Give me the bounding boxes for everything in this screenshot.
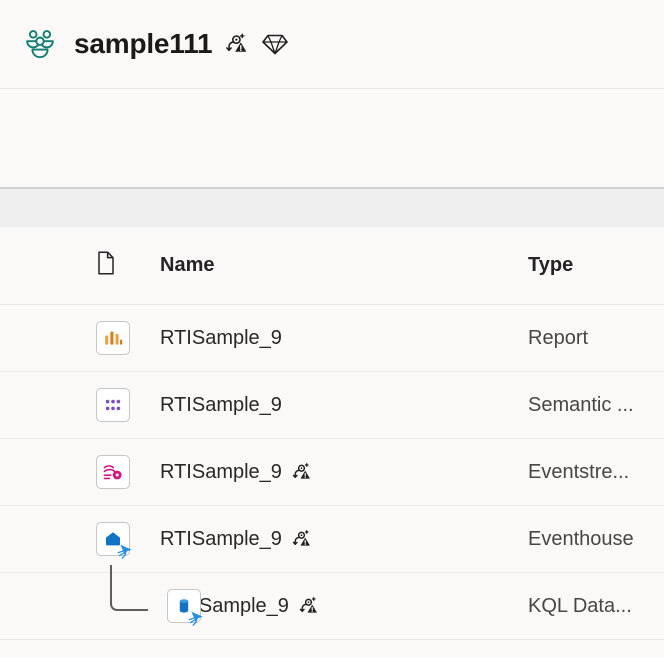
row-name-cell[interactable]: RTISample_9 — [160, 528, 528, 551]
row-icon-cell — [0, 565, 203, 626]
report-icon — [96, 321, 130, 355]
eventhouse-icon — [96, 522, 132, 559]
table-row[interactable]: RTISample_9 Eventstre... — [0, 439, 664, 506]
row-icon-cell — [0, 522, 160, 559]
row-icon-cell — [0, 388, 160, 422]
table-row[interactable]: RTISample_9 KQL Data... — [0, 565, 664, 640]
ai-warning-icon — [291, 528, 313, 550]
ai-warning-icon — [224, 31, 250, 57]
tree-connector-line — [110, 565, 148, 611]
row-name-cell[interactable]: RTISample_9 — [160, 327, 528, 350]
shortcut-cursor-badge-icon — [188, 611, 203, 626]
row-type-cell: Eventhouse — [528, 527, 634, 550]
page-header: sample111 — [0, 0, 664, 88]
column-header-name[interactable]: Name — [160, 254, 528, 277]
document-icon — [95, 250, 117, 281]
row-name-cell[interactable]: RTISample_9 — [160, 394, 528, 417]
row-type-cell: KQL Data... — [528, 594, 632, 617]
ai-warning-icon — [291, 461, 313, 483]
ai-warning-icon — [298, 595, 320, 617]
row-name-cell[interactable]: RTISample_9 — [160, 461, 528, 484]
column-header-icon — [0, 250, 160, 281]
row-type-cell: Semantic ... — [528, 393, 634, 416]
kql-database-icon — [167, 589, 203, 626]
row-type-cell: Eventstre... — [528, 460, 630, 483]
table-row[interactable]: RTISample_9 Semantic ... — [0, 372, 664, 439]
diamond-premium-icon — [261, 31, 289, 57]
table-row[interactable]: RTISample_9 Report — [0, 305, 664, 372]
workspace-page: sample111 Name Type RTISample_9 Report R… — [0, 0, 664, 658]
row-icon-cell — [0, 455, 160, 489]
row-icon-cell — [0, 321, 160, 355]
filter-bar-placeholder — [0, 189, 664, 227]
table-header-row: Name Type — [0, 227, 664, 305]
command-bar: New item New folder (preview) — [0, 89, 664, 267]
row-type-cell: Report — [528, 326, 589, 349]
items-table: Name Type RTISample_9 Report RTISample_9… — [0, 227, 664, 640]
page-title: sample111 — [74, 28, 213, 59]
semantic-model-icon — [96, 388, 130, 422]
row-name-cell[interactable]: RTISample_9 — [167, 595, 528, 618]
column-header-type[interactable]: Type — [528, 254, 664, 277]
table-row[interactable]: RTISample_9 Eventhouse — [0, 506, 664, 573]
shortcut-cursor-badge-icon — [117, 544, 132, 559]
eventstream-icon — [96, 455, 130, 489]
people-group-icon — [20, 24, 60, 64]
